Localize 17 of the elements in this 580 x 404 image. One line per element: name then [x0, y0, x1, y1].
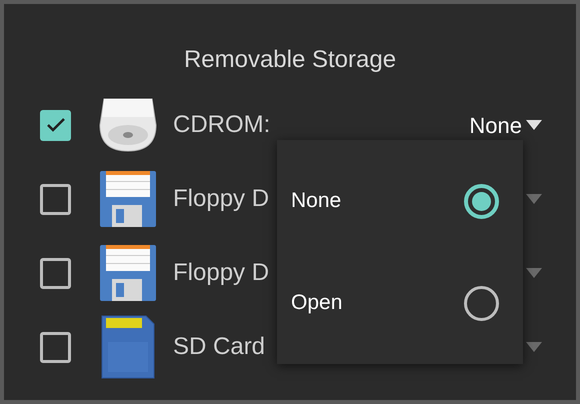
device-label: Floppy D: [173, 258, 270, 288]
device-label: Floppy D: [173, 184, 270, 214]
section-title: Removable Storage: [182, 45, 398, 75]
dropdown-value[interactable]: None: [469, 108, 522, 142]
check-icon: [46, 117, 66, 133]
menu-option[interactable]: None: [291, 185, 342, 217]
checkbox[interactable]: [40, 110, 71, 140]
dropdown-arrow-icon[interactable]: [526, 120, 542, 130]
radio-button[interactable]: [464, 286, 499, 320]
checkbox[interactable]: [40, 332, 71, 362]
radio-button[interactable]: [464, 184, 499, 218]
device-label: CDROM:: [173, 110, 270, 140]
checkbox[interactable]: [40, 184, 71, 214]
device-label: SD Card: [173, 332, 266, 362]
checkbox[interactable]: [40, 258, 71, 288]
menu-option[interactable]: Open: [291, 287, 342, 319]
sd-card-icon: [100, 314, 156, 380]
